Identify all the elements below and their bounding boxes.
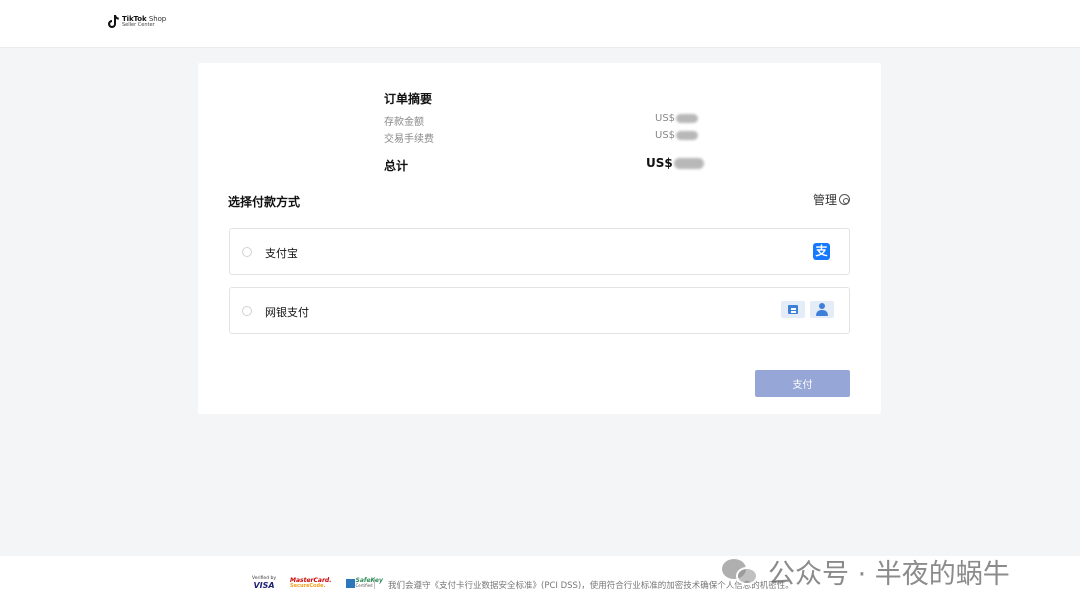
transaction-fee-value: US$ bbox=[655, 130, 699, 141]
order-summary-title: 订单摘要 bbox=[384, 92, 433, 106]
manage-label: 管理 bbox=[813, 193, 838, 207]
payment-card: 订单摘要 存款金额 US$ 交易手续费 US$ 总计 US$ 选择付款方式 管理… bbox=[198, 63, 881, 414]
footer-divider bbox=[374, 578, 375, 589]
alipay-radio[interactable] bbox=[242, 247, 252, 257]
amex-badge-line2: Certified bbox=[355, 583, 373, 589]
payment-method-heading: 选择付款方式 bbox=[228, 195, 301, 209]
alipay-icon: 支 bbox=[813, 243, 830, 260]
brand-subtitle: Seller Center bbox=[122, 22, 155, 28]
security-badges: Verified by VISA MasterCard. SecureCode.… bbox=[252, 576, 383, 590]
redacted-amount bbox=[676, 114, 699, 123]
bank-card-icon bbox=[781, 301, 805, 318]
deposit-amount-value: US$ bbox=[655, 113, 699, 124]
redacted-amount bbox=[673, 157, 704, 169]
watermark-text: 公众号 · 半夜的蜗牛 bbox=[768, 559, 1010, 590]
redacted-amount bbox=[676, 131, 699, 140]
total-value: US$ bbox=[646, 156, 704, 170]
online-banking-radio[interactable] bbox=[242, 306, 252, 316]
pay-button[interactable]: 支付 bbox=[755, 370, 850, 397]
amex-logo-icon bbox=[345, 578, 355, 588]
total-currency: US$ bbox=[646, 156, 673, 170]
alipay-label: 支付宝 bbox=[265, 247, 298, 260]
visa-badge-line2: VISA bbox=[253, 580, 275, 590]
amex-safekey-badge: SafeKey Certified bbox=[345, 578, 383, 589]
fee-currency: US$ bbox=[655, 130, 676, 141]
tiktok-shop-logo[interactable]: TikTok Shop Seller Center bbox=[108, 15, 166, 29]
user-account-icon bbox=[810, 301, 834, 318]
mc-badge-line2: SecureCode. bbox=[290, 582, 326, 589]
payment-option-online-banking[interactable]: 网银支付 bbox=[229, 287, 850, 334]
transaction-fee-label: 交易手续费 bbox=[384, 134, 434, 145]
settings-icon bbox=[839, 194, 851, 205]
verified-by-visa-badge: Verified by VISA bbox=[252, 576, 276, 590]
total-label: 总计 bbox=[384, 159, 409, 173]
mastercard-securecode-badge: MasterCard. SecureCode. bbox=[290, 577, 331, 589]
payment-option-alipay[interactable]: 支付宝 支 bbox=[229, 228, 850, 275]
tiktok-note-icon bbox=[108, 15, 119, 28]
manage-button[interactable]: 管理 bbox=[813, 191, 851, 208]
wechat-icon bbox=[722, 557, 760, 587]
online-banking-label: 网银支付 bbox=[265, 306, 309, 319]
top-bar: TikTok Shop Seller Center bbox=[0, 0, 1080, 48]
deposit-amount-label: 存款金额 bbox=[384, 117, 424, 128]
wechat-watermark: 公众号 · 半夜的蜗牛 bbox=[722, 552, 1010, 591]
deposit-currency: US$ bbox=[655, 113, 676, 124]
